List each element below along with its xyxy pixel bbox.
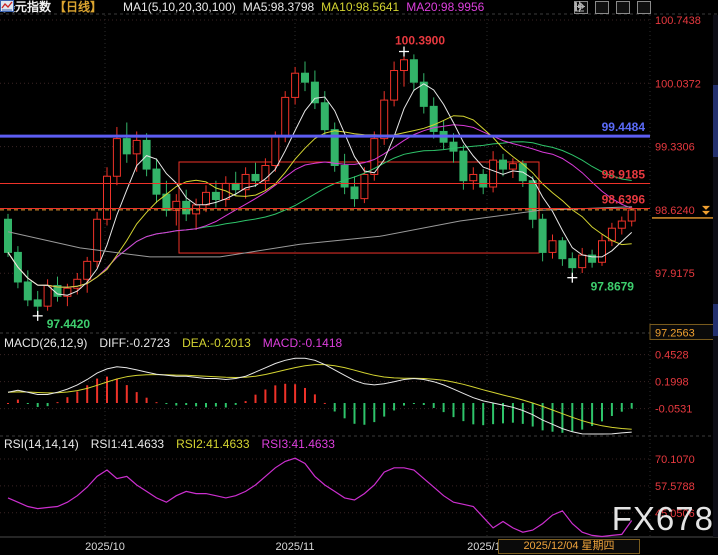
chart-canvas[interactable]: 99.4484 98.9185 98.6396 100.3900 97.4420 97.8… — [0, 0, 718, 555]
rsi1-value: RSI1:41.4633 — [91, 437, 164, 451]
grid-layer — [0, 14, 718, 537]
rsi-panel — [8, 458, 632, 536]
macd-diff-value: DIFF:-0.2723 — [99, 336, 170, 350]
svg-text:100.0372: 100.0372 — [655, 78, 701, 90]
high-low-marks-layer: 100.3900 97.4420 97.8679 — [33, 34, 635, 331]
app-window: 99.4484 98.9185 98.6396 100.3900 97.4420 97.8… — [0, 0, 718, 555]
svg-text:97.9175: 97.9175 — [655, 268, 695, 280]
rsi2-value: RSI2:41.4633 — [176, 437, 249, 451]
svg-text:97.4420: 97.4420 — [47, 317, 91, 331]
macd-macd-value: MACD:-0.1418 — [263, 336, 342, 350]
x-axis-zoom-icon[interactable] — [616, 1, 630, 14]
svg-text:70.1070: 70.1070 — [655, 454, 695, 466]
ma5-value: MA5:98.3798 — [243, 0, 314, 15]
svg-text:0.1998: 0.1998 — [655, 377, 689, 389]
time-axis-labels: 2025/102025/112025/12 — [85, 541, 507, 553]
ma10-value: MA10:98.5641 — [321, 0, 399, 15]
svg-text:2025/11: 2025/11 — [276, 541, 315, 553]
current-date-label: 2025/12/04 星期四 — [498, 539, 640, 554]
rsi-label-row: RSI(14,14,14) RSI1:41.4633 RSI2:41.4633 … — [4, 437, 335, 451]
right-scroll-strip — [713, 15, 718, 537]
svg-text:100.7438: 100.7438 — [655, 15, 701, 27]
svg-text:98.9185: 98.9185 — [602, 168, 646, 182]
svg-text:100.3900: 100.3900 — [395, 34, 445, 48]
svg-text:98.6396: 98.6396 — [602, 193, 646, 207]
svg-text:99.4484: 99.4484 — [602, 120, 646, 134]
ma-settings-label: MA1(5,10,20,30,100) — [123, 0, 236, 15]
svg-text:2025/10: 2025/10 — [85, 541, 125, 553]
period-label: 【日线】 — [54, 0, 102, 15]
svg-text:57.5788: 57.5788 — [655, 481, 695, 493]
rsi3-value: RSI3:41.4633 — [262, 437, 335, 451]
chart-toolbar — [574, 1, 651, 14]
watermark: FX678 — [612, 500, 714, 538]
price-axis-labels: 100.7438 100.0372 99.3306 97.9175 98.6240 97.… — [650, 15, 716, 520]
svg-text:97.8679: 97.8679 — [591, 280, 635, 294]
svg-text:-0.0531: -0.0531 — [655, 404, 692, 416]
svg-text:0.4528: 0.4528 — [655, 350, 689, 362]
macd-title: MACD(26,12,9) — [4, 336, 87, 350]
svg-text:98.6240: 98.6240 — [655, 205, 695, 217]
macd-dea-value: DEA:-0.2013 — [182, 336, 251, 350]
collapse-panel-icon[interactable] — [637, 1, 651, 14]
y-axis-zoom-icon[interactable] — [595, 1, 609, 14]
svg-text:99.3306: 99.3306 — [655, 142, 695, 154]
ma20-value: MA20:98.9956 — [406, 0, 484, 15]
rsi-title: RSI(14,14,14) — [4, 437, 79, 451]
macd-label-row: MACD(26,12,9) DIFF:-0.2723 DEA:-0.2013 M… — [4, 336, 342, 350]
ma-lines-layer — [8, 84, 632, 295]
macd-panel — [7, 358, 633, 434]
svg-text:97.2563: 97.2563 — [655, 327, 695, 339]
